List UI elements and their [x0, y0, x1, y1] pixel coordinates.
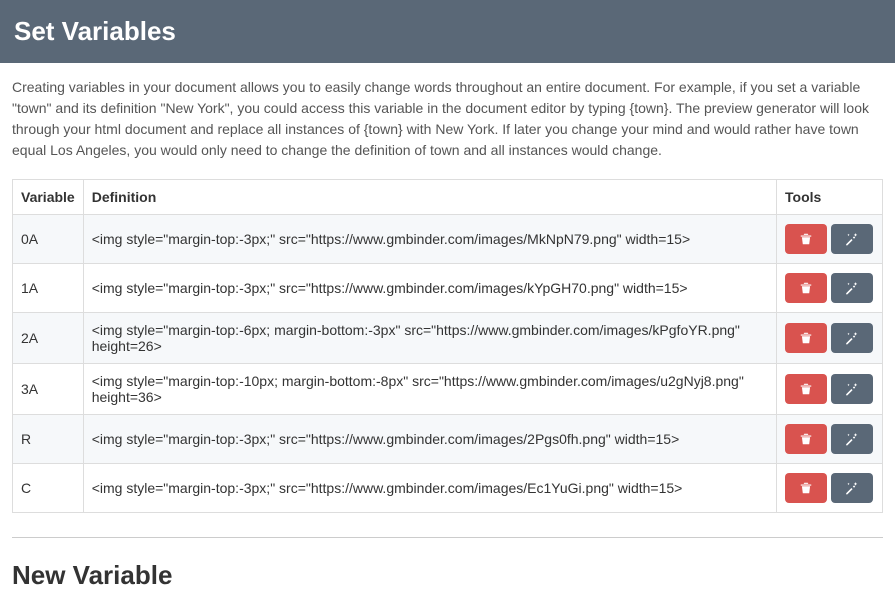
variable-cell: 2A	[13, 313, 84, 364]
delete-button[interactable]	[785, 473, 827, 503]
tools-cell	[777, 364, 883, 415]
table-row: 2A<img style="margin-top:-6px; margin-bo…	[13, 313, 883, 364]
definition-cell: <img style="margin-top:-3px;" src="https…	[83, 264, 776, 313]
definition-cell: <img style="margin-top:-6px; margin-bott…	[83, 313, 776, 364]
variable-cell: 0A	[13, 215, 84, 264]
delete-button[interactable]	[785, 374, 827, 404]
definition-cell: <img style="margin-top:-3px;" src="https…	[83, 215, 776, 264]
variable-cell: C	[13, 464, 84, 513]
wand-icon	[845, 232, 859, 246]
edit-button[interactable]	[831, 424, 873, 454]
trash-icon	[799, 432, 813, 446]
col-header-tools: Tools	[777, 180, 883, 215]
wand-icon	[845, 382, 859, 396]
col-header-definition: Definition	[83, 180, 776, 215]
wand-icon	[845, 331, 859, 345]
tools-cell	[777, 264, 883, 313]
table-row: C<img style="margin-top:-3px;" src="http…	[13, 464, 883, 513]
edit-button[interactable]	[831, 273, 873, 303]
description-text: Creating variables in your document allo…	[12, 77, 883, 161]
trash-icon	[799, 281, 813, 295]
variables-table: Variable Definition Tools 0A<img style="…	[12, 179, 883, 513]
variable-cell: 1A	[13, 264, 84, 313]
tools-cell	[777, 415, 883, 464]
delete-button[interactable]	[785, 224, 827, 254]
tools-cell	[777, 215, 883, 264]
modal-content: Creating variables in your document allo…	[0, 63, 895, 603]
delete-button[interactable]	[785, 323, 827, 353]
definition-cell: <img style="margin-top:-3px;" src="https…	[83, 464, 776, 513]
modal-scroll[interactable]: Set Variables Creating variables in your…	[0, 0, 895, 603]
table-row: 1A<img style="margin-top:-3px;" src="htt…	[13, 264, 883, 313]
variable-cell: R	[13, 415, 84, 464]
delete-button[interactable]	[785, 273, 827, 303]
table-row: 0A<img style="margin-top:-3px;" src="htt…	[13, 215, 883, 264]
table-row: R<img style="margin-top:-3px;" src="http…	[13, 415, 883, 464]
trash-icon	[799, 331, 813, 345]
tools-cell	[777, 464, 883, 513]
definition-cell: <img style="margin-top:-10px; margin-bot…	[83, 364, 776, 415]
trash-icon	[799, 382, 813, 396]
edit-button[interactable]	[831, 323, 873, 353]
trash-icon	[799, 232, 813, 246]
wand-icon	[845, 281, 859, 295]
tools-cell	[777, 313, 883, 364]
variable-cell: 3A	[13, 364, 84, 415]
edit-button[interactable]	[831, 374, 873, 404]
delete-button[interactable]	[785, 424, 827, 454]
wand-icon	[845, 432, 859, 446]
modal-header: Set Variables	[0, 0, 895, 63]
new-variable-heading: New Variable	[12, 560, 883, 591]
edit-button[interactable]	[831, 224, 873, 254]
col-header-variable: Variable	[13, 180, 84, 215]
modal-title: Set Variables	[14, 16, 176, 46]
section-divider	[12, 537, 883, 538]
table-row: 3A<img style="margin-top:-10px; margin-b…	[13, 364, 883, 415]
wand-icon	[845, 481, 859, 495]
edit-button[interactable]	[831, 473, 873, 503]
trash-icon	[799, 481, 813, 495]
definition-cell: <img style="margin-top:-3px;" src="https…	[83, 415, 776, 464]
